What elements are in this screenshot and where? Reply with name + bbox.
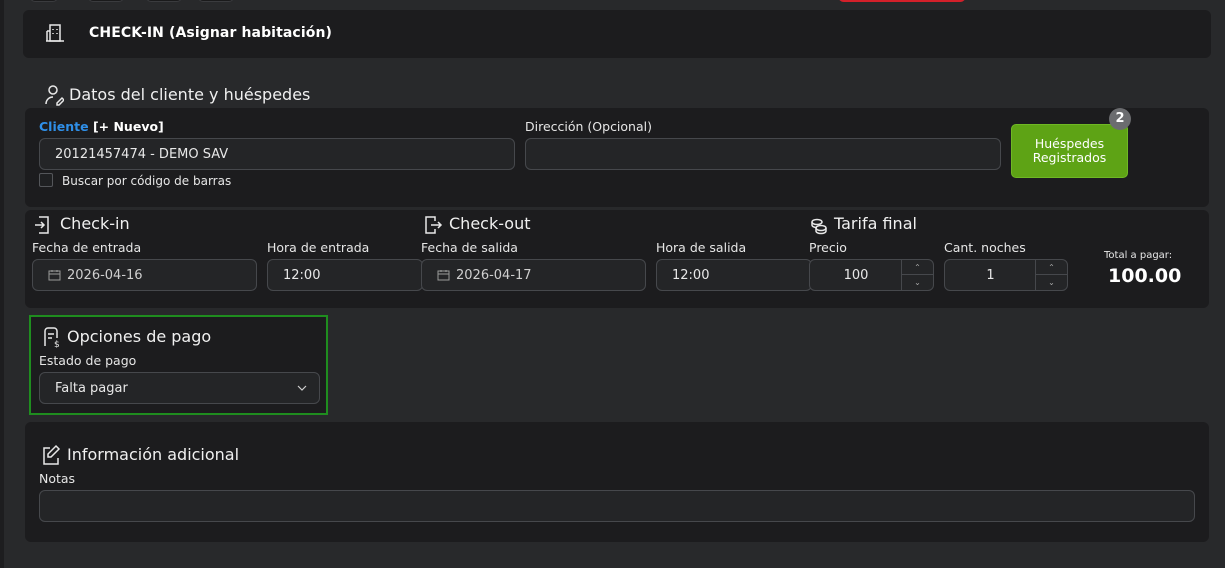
client-label: Cliente [39,119,89,134]
total-value: 100.00 [1108,265,1182,287]
notes-label: Notas [39,471,76,486]
building-icon [46,24,64,42]
client-section-title: Datos del cliente y huéspedes [69,85,311,104]
checkin-date-value: 2026-04-16 [67,267,143,283]
registered-guests-button[interactable]: Huéspedes Registrados [1011,124,1128,178]
checkout-time-label: Hora de salida [656,240,747,255]
left-edge [0,0,4,568]
guests-button-line1: Huéspedes [1034,136,1105,151]
notes-field[interactable] [39,490,1195,522]
nights-label: Cant. noches [944,240,1026,255]
new-client-link[interactable]: [+ Nuevo] [93,119,164,134]
barcode-label: Buscar por código de barras [62,174,232,188]
chevron-down-icon [297,385,307,391]
checkin-title: Check-in [60,214,130,233]
chevron-up-icon[interactable]: ⌃ [1036,260,1067,275]
checkin-time-input[interactable]: 12:00 [267,259,423,291]
client-value: 20121457474 - DEMO SAV [55,146,229,162]
guests-button-line2: Registrados [1032,150,1107,165]
top-tab[interactable] [30,0,58,2]
payment-status-select[interactable]: Falta pagar [39,372,320,404]
price-value: 100 [843,267,869,283]
checkout-time-input[interactable]: 12:00 [656,259,812,291]
address-field[interactable] [525,138,1001,170]
price-stepper[interactable]: ⌃ ⌄ [901,260,933,290]
guests-count-badge: 2 [1109,108,1131,130]
nights-value: 1 [986,267,995,283]
payment-title: Opciones de pago [67,327,212,346]
top-tab[interactable] [88,0,124,2]
checkin-time-label: Hora de entrada [267,240,370,255]
additional-title: Información adicional [67,445,240,464]
logout-icon [425,216,443,234]
nights-input[interactable]: 1 ⌃ ⌄ [944,259,1068,291]
edit-icon [43,444,61,465]
checkin-time-value: 12:00 [283,267,321,283]
svg-text:$: $ [54,340,60,348]
checkout-title: Check-out [449,214,531,233]
checkout-date-value: 2026-04-17 [456,267,532,283]
price-label: Precio [809,240,847,255]
checkout-date-label: Fecha de salida [421,240,518,255]
receipt-dollar-icon: $ [44,327,60,348]
checkin-date-label: Fecha de entrada [32,240,142,255]
rate-title: Tarifa final [834,214,917,233]
checkout-date-input[interactable]: 2026-04-17 [421,259,646,291]
client-field[interactable]: 20121457474 - DEMO SAV [39,138,515,170]
user-edit-icon [45,85,64,106]
chevron-down-icon[interactable]: ⌄ [1036,275,1067,290]
address-label: Dirección (Opcional) [525,119,652,134]
top-tab[interactable] [198,0,234,2]
coins-icon [811,218,827,235]
checkout-time-value: 12:00 [672,267,710,283]
additional-panel [25,422,1209,542]
page-title: CHECK-IN (Asignar habitación) [89,25,333,41]
calendar-icon [48,270,61,281]
price-input[interactable]: 100 ⌃ ⌄ [809,259,934,291]
nights-stepper[interactable]: ⌃ ⌄ [1035,260,1067,290]
chevron-up-icon[interactable]: ⌃ [902,260,933,275]
top-red-button[interactable] [838,0,966,2]
checkin-date-input[interactable]: 2026-04-16 [32,259,257,291]
barcode-checkbox[interactable] [39,173,53,187]
total-label: Total a pagar: [1104,250,1173,261]
calendar-icon [437,270,450,281]
login-icon [35,216,49,234]
chevron-down-icon[interactable]: ⌄ [902,275,933,290]
payment-status-value: Falta pagar [55,380,128,396]
top-tab[interactable] [146,0,182,2]
payment-status-label: Estado de pago [39,353,137,368]
